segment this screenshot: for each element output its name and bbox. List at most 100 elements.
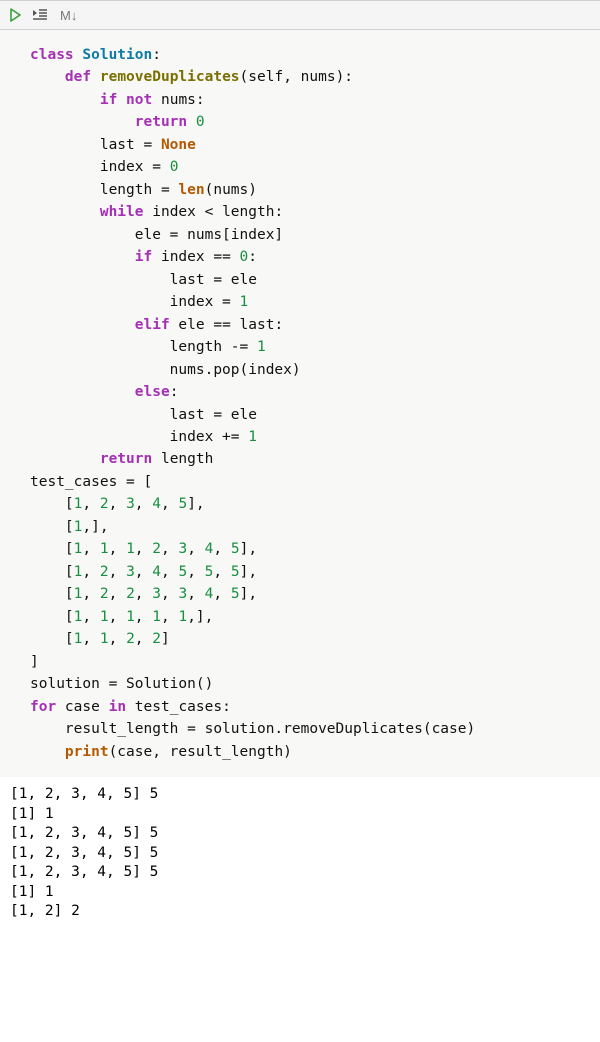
code-line[interactable]: ele = nums[index]	[30, 224, 590, 246]
code-token	[91, 69, 100, 85]
code-token: [	[30, 519, 74, 535]
code-token: last = ele	[30, 407, 257, 423]
code-token: ,	[82, 541, 99, 557]
code-token: 0	[196, 114, 205, 130]
code-line[interactable]: last = None	[30, 134, 590, 156]
code-token: 3	[178, 541, 187, 557]
code-token: 5	[178, 496, 187, 512]
code-token: ],	[187, 496, 204, 512]
code-token: ,	[135, 564, 152, 580]
code-token: 5	[231, 541, 240, 557]
code-token: :	[248, 249, 257, 265]
code-line[interactable]: [1, 1, 1, 1, 1,],	[30, 606, 590, 628]
code-token: print	[65, 744, 109, 760]
code-token: ]	[161, 631, 170, 647]
code-token: None	[161, 137, 196, 153]
code-line[interactable]: length = len(nums)	[30, 179, 590, 201]
cell-toolbar: M↓	[0, 0, 600, 30]
code-token: last = ele	[30, 272, 257, 288]
code-line[interactable]: [1, 2, 3, 4, 5],	[30, 493, 590, 515]
code-token: ,	[82, 631, 99, 647]
code-token: ,	[135, 586, 152, 602]
code-line[interactable]: while index < length:	[30, 201, 590, 223]
code-token	[117, 92, 126, 108]
code-token	[30, 451, 100, 467]
code-cell[interactable]: class Solution: def removeDuplicates(sel…	[0, 30, 600, 777]
code-token: for	[30, 699, 56, 715]
code-token: 5	[178, 564, 187, 580]
code-token: ,	[109, 564, 126, 580]
code-line[interactable]: def removeDuplicates(self, nums):	[30, 66, 590, 88]
code-token: elif	[135, 317, 170, 333]
code-line[interactable]: result_length = solution.removeDuplicate…	[30, 718, 590, 740]
code-token: [	[30, 496, 74, 512]
code-line[interactable]: index += 1	[30, 426, 590, 448]
code-token: 0	[170, 159, 179, 175]
code-token: not	[126, 92, 152, 108]
code-token: ,	[187, 564, 204, 580]
code-line[interactable]: elif ele == last:	[30, 314, 590, 336]
output-line: [1, 2] 2	[10, 902, 590, 922]
code-token: ele = nums[index]	[30, 227, 283, 243]
code-line[interactable]: print(case, result_length)	[30, 741, 590, 763]
code-token	[30, 384, 135, 400]
code-line[interactable]: if not nums:	[30, 89, 590, 111]
code-line[interactable]: for case in test_cases:	[30, 696, 590, 718]
code-line[interactable]: else:	[30, 381, 590, 403]
code-token: [	[30, 586, 74, 602]
code-token: 1	[100, 609, 109, 625]
code-line[interactable]: ]	[30, 651, 590, 673]
code-line[interactable]: [1, 1, 1, 2, 3, 4, 5],	[30, 538, 590, 560]
code-token: 2	[152, 631, 161, 647]
code-token: else	[135, 384, 170, 400]
code-token: 1	[240, 294, 249, 310]
code-line[interactable]: last = ele	[30, 269, 590, 291]
code-line[interactable]: if index == 0:	[30, 246, 590, 268]
code-token: ,	[161, 564, 178, 580]
code-line[interactable]: solution = Solution()	[30, 673, 590, 695]
code-token: 4	[152, 496, 161, 512]
code-token: if	[100, 92, 117, 108]
code-line[interactable]: [1, 1, 2, 2]	[30, 628, 590, 650]
code-token: length	[152, 451, 213, 467]
code-line[interactable]: index = 0	[30, 156, 590, 178]
markdown-toggle[interactable]: M↓	[60, 8, 77, 23]
code-token: ,	[109, 609, 126, 625]
code-token: if	[135, 249, 152, 265]
code-line[interactable]: length -= 1	[30, 336, 590, 358]
code-line[interactable]: [1,],	[30, 516, 590, 538]
code-token: 3	[152, 586, 161, 602]
code-line[interactable]: class Solution:	[30, 44, 590, 66]
code-line[interactable]: nums.pop(index)	[30, 359, 590, 381]
code-token: nums.pop(index)	[30, 362, 301, 378]
code-token: 3	[126, 564, 135, 580]
code-line[interactable]: last = ele	[30, 404, 590, 426]
code-token: 3	[178, 586, 187, 602]
code-token: index +=	[30, 429, 248, 445]
code-token: test_cases:	[126, 699, 231, 715]
code-token: index ==	[152, 249, 239, 265]
code-line[interactable]: index = 1	[30, 291, 590, 313]
code-token: ,	[82, 586, 99, 602]
code-token: ,	[109, 586, 126, 602]
code-token: removeDuplicates	[100, 69, 240, 85]
code-token	[187, 114, 196, 130]
code-token	[30, 92, 100, 108]
code-token	[30, 317, 135, 333]
code-token: result_length = solution.removeDuplicate…	[30, 721, 475, 737]
code-token	[30, 204, 100, 220]
run-cell-button[interactable]	[8, 8, 22, 22]
code-token: length =	[30, 182, 178, 198]
code-line[interactable]: return 0	[30, 111, 590, 133]
code-token: ]	[30, 654, 39, 670]
code-token: [	[30, 631, 74, 647]
code-line[interactable]: [1, 2, 2, 3, 3, 4, 5],	[30, 583, 590, 605]
code-token: def	[65, 69, 91, 85]
code-line[interactable]: [1, 2, 3, 4, 5, 5, 5],	[30, 561, 590, 583]
code-token: class	[30, 47, 74, 63]
code-token: 1	[152, 609, 161, 625]
code-token: ,	[213, 541, 230, 557]
run-by-line-button[interactable]	[32, 8, 48, 22]
code-line[interactable]: test_cases = [	[30, 471, 590, 493]
code-line[interactable]: return length	[30, 448, 590, 470]
